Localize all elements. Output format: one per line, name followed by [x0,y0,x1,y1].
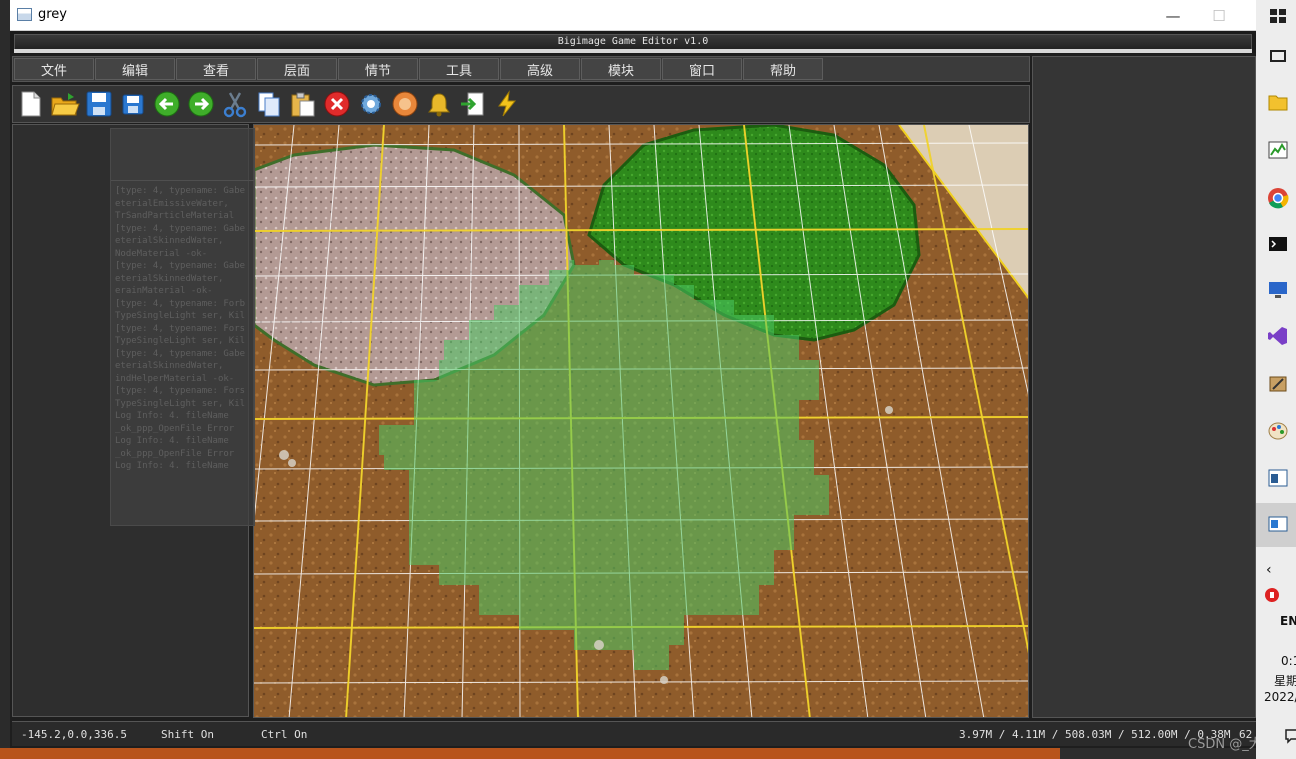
scene-viewport[interactable] [253,124,1029,718]
tool-app-icon[interactable] [1266,372,1290,396]
log-line: eterialSkinnedWater, [115,236,224,246]
log-lines: [type: 4, typename: Gabe eterialEmissive… [111,181,254,473]
lightning-icon[interactable] [491,88,523,120]
log-line: [type: 4, typename: Gabe [115,261,246,271]
menu-tools[interactable]: 工具 [419,58,499,80]
notification-icon[interactable] [1280,724,1296,748]
globe-icon[interactable] [389,88,421,120]
paint-icon[interactable] [1266,418,1290,442]
chart-app-icon[interactable] [1266,138,1290,162]
menu-plot[interactable]: 情节 [338,58,418,80]
app-window-icon [17,8,32,21]
log-line: indHelperMaterial -ok- [115,373,235,384]
menubar: 文件 编辑 查看 层面 情节 工具 高级 模块 窗口 帮助 [12,56,1030,82]
background-app-strip [0,748,1060,759]
paste-icon[interactable] [287,88,319,120]
menu-edit[interactable]: 编辑 [95,58,175,80]
tray-date[interactable]: 2022/ [1264,690,1296,704]
editor-title: Bigimage Game Editor v1.0 [557,36,709,47]
settings-gear-icon[interactable] [355,88,387,120]
new-file-icon[interactable] [15,88,47,120]
window-titlebar[interactable]: grey — ☐ [10,0,1256,31]
tray-language[interactable]: EN [1280,614,1296,628]
maximize-button[interactable]: ☐ [1196,0,1242,31]
log-line: [type: 4, typename: Fors [115,386,246,396]
log-line: [type: 4, typename: Gabe [115,186,246,196]
menu-modules[interactable]: 模块 [581,58,661,80]
status-coordinates: -145.2,0.0,336.5 [21,728,127,741]
chrome-icon[interactable] [1266,186,1290,210]
window-app-icon[interactable] [1266,466,1290,490]
minimize-button[interactable]: — [1150,0,1196,31]
menu-window[interactable]: 窗口 [662,58,742,80]
visual-studio-icon[interactable] [1266,324,1290,348]
menu-help[interactable]: 帮助 [743,58,823,80]
forward-arrow-icon[interactable] [185,88,217,120]
log-console: [type: 4, typename: Gabe eterialEmissive… [110,128,255,526]
log-line: _ok_ppp_OpenFile Error [115,448,235,459]
log-line: [type: 4, typename: Fors [115,323,246,334]
export-icon[interactable] [457,88,489,120]
cut-icon[interactable] [219,88,251,120]
log-line: TypeSingleLight ser, Kil [115,311,246,321]
status-ctrl: Ctrl On [261,728,308,741]
status-bar: -145.2,0.0,336.5 Shift On Ctrl On 3.97M … [12,721,1256,746]
delete-icon[interactable] [321,88,353,120]
window-title: grey [38,7,68,22]
windows-taskbar: ‹ EN 0:1 星期 2022/ [1256,0,1296,759]
tray-weekday[interactable]: 星期 [1274,672,1296,689]
log-line: Log Info: 4. fileName [115,411,229,421]
open-folder-icon[interactable] [49,88,81,120]
log-line: [type: 4, typename: Gabe [115,348,246,359]
log-line: eterialSkinnedWater, [115,273,224,284]
log-line: [type: 4, typename: Forb [115,298,246,309]
log-line: Log Info: 4. fileName [115,461,229,471]
bell-icon[interactable] [423,88,455,120]
log-line: _ok_ppp_OpenFile Error [115,423,235,434]
toolbar [12,85,1030,123]
task-view-icon[interactable] [1266,44,1290,68]
tray-time[interactable]: 0:1 [1281,654,1296,668]
remote-desktop-icon[interactable] [1266,278,1290,302]
log-line: eterialSkinnedWater, [115,361,224,371]
copy-icon[interactable] [253,88,285,120]
desktop-icon[interactable] [1266,4,1290,28]
log-line: TypeSingleLight ser, Kil [115,398,246,409]
terminal-icon[interactable] [1266,232,1290,256]
editor-app-icon[interactable] [1266,512,1290,536]
tray-security-icon[interactable] [1260,583,1284,607]
log-line: [type: 4, typename: Gabe [115,223,246,234]
back-arrow-icon[interactable] [151,88,183,120]
log-line: eterialEmissiveWater, [115,198,229,209]
log-line: erainMaterial -ok- [115,286,213,296]
menu-file[interactable]: 文件 [14,58,94,80]
terrain-view[interactable] [254,125,1029,718]
log-line: NodeMaterial -ok- [115,248,208,259]
editor-title-bar: Bigimage Game Editor v1.0 [10,31,1256,53]
folder-icon[interactable] [1266,90,1290,114]
screen: grey — ☐ Bigimage Game Editor v1.0 文件 编辑… [0,0,1296,759]
status-shift: Shift On [161,728,214,741]
save-as-icon[interactable] [117,88,149,120]
log-line: TrSandParticleMaterial [115,211,235,221]
log-line: TypeSingleLight ser, Kil [115,336,246,346]
save-icon[interactable] [83,88,115,120]
below-bar [0,748,1256,759]
menu-view[interactable]: 查看 [176,58,256,80]
tray-expand-chevron[interactable]: ‹ [1266,562,1272,578]
log-console-header [111,129,254,181]
right-panel [1032,56,1256,718]
menu-advanced[interactable]: 高级 [500,58,580,80]
desktop-left-edge [0,0,10,759]
editor-title-underline [14,49,1252,53]
menu-layer[interactable]: 层面 [257,58,337,80]
log-line: Log Info: 4. fileName [115,436,229,446]
